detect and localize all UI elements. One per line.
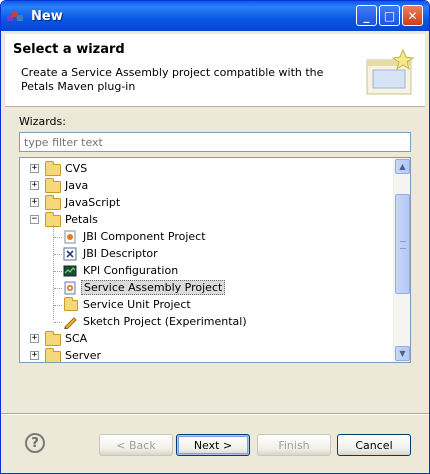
tree-item-jbi-descriptor[interactable]: JBI Descriptor xyxy=(20,245,392,262)
wizard-banner-icon xyxy=(366,48,415,95)
scroll-up-button[interactable]: ▲ xyxy=(395,159,410,174)
back-button[interactable]: < Back xyxy=(99,434,173,456)
tree-item-sketch-project[interactable]: Sketch Project (Experimental) xyxy=(20,313,392,330)
tree-item-label: Server xyxy=(65,349,102,362)
wizard-tree[interactable]: + CVS + Java + JavaScript − Petals JBI C… xyxy=(19,157,411,363)
wizard-header: Select a wizard Create a Service Assembl… xyxy=(5,34,425,107)
tree-item-label: Service Assembly Project xyxy=(81,280,226,295)
next-button[interactable]: Next > xyxy=(176,434,250,456)
new-wizard-dialog: New _ □ ✕ Select a wizard Create a Servi… xyxy=(0,0,430,474)
tree-item-java[interactable]: + Java xyxy=(20,177,392,194)
filter-input[interactable] xyxy=(19,132,411,152)
tree-item-service-assembly-project[interactable]: Service Assembly Project xyxy=(20,279,392,296)
scroll-down-button[interactable]: ▼ xyxy=(395,346,410,361)
tree-item-label: JBI Component Project xyxy=(83,230,206,243)
tree-item-server[interactable]: + Server xyxy=(20,347,392,362)
window-title: New xyxy=(31,8,63,24)
wizards-label: Wizards: xyxy=(19,115,66,128)
tree-item-label: Service Unit Project xyxy=(83,298,191,311)
help-button[interactable]: ? xyxy=(25,433,45,453)
vertical-scrollbar[interactable]: ▲ ▼ xyxy=(393,158,410,362)
tree-item-label: JBI Descriptor xyxy=(83,247,158,260)
button-bar-separator xyxy=(1,413,429,415)
tree-item-label: Sketch Project (Experimental) xyxy=(83,315,247,328)
tree-item-kpi-configuration[interactable]: KPI Configuration xyxy=(20,262,392,279)
cancel-button[interactable]: Cancel xyxy=(337,434,411,456)
tree-item-jbi-component-project[interactable]: JBI Component Project xyxy=(20,228,392,245)
tree-item-javascript[interactable]: + JavaScript xyxy=(20,194,392,211)
tree-item-sca[interactable]: + SCA xyxy=(20,330,392,347)
service-unit-icon xyxy=(64,297,78,311)
jbi-component-icon xyxy=(64,230,76,244)
kpi-icon xyxy=(63,265,77,277)
scroll-thumb[interactable] xyxy=(395,194,410,294)
title-bar[interactable]: New _ □ ✕ xyxy=(1,1,429,31)
collapse-icon[interactable]: − xyxy=(30,215,39,224)
expand-icon[interactable]: + xyxy=(30,351,39,360)
sketch-icon xyxy=(64,317,77,329)
page-title: Select a wizard xyxy=(13,42,125,57)
folder-icon xyxy=(45,348,61,362)
jbi-descriptor-icon xyxy=(63,247,77,261)
eclipse-new-icon xyxy=(7,9,25,23)
page-description: Create a Service Assembly project compat… xyxy=(21,66,324,93)
expand-icon[interactable]: + xyxy=(30,334,39,343)
close-button[interactable]: ✕ xyxy=(402,5,423,26)
tree-item-cvs[interactable]: + CVS xyxy=(20,160,392,177)
tree-item-label: SCA xyxy=(65,332,88,345)
tree-item-label: CVS xyxy=(65,162,88,175)
window-controls: _ □ ✕ xyxy=(356,5,423,26)
minimize-button[interactable]: _ xyxy=(356,5,377,26)
tree-item-label: Java xyxy=(65,179,89,192)
tree-item-label: KPI Configuration xyxy=(83,264,179,277)
expand-icon[interactable]: + xyxy=(30,164,39,173)
tree-item-service-unit-project[interactable]: Service Unit Project xyxy=(20,296,392,313)
folder-icon xyxy=(45,161,61,176)
tree-item-label: Petals xyxy=(65,213,98,226)
maximize-button[interactable]: □ xyxy=(379,5,400,26)
folder-icon xyxy=(45,195,61,210)
finish-button[interactable]: Finish xyxy=(257,434,331,456)
folder-icon xyxy=(45,331,61,346)
folder-icon xyxy=(45,178,61,193)
tree-item-label: JavaScript xyxy=(65,196,121,209)
expand-icon[interactable]: + xyxy=(30,181,39,190)
tree-item-petals[interactable]: − Petals xyxy=(20,211,392,228)
service-assembly-icon xyxy=(64,281,76,295)
expand-icon[interactable]: + xyxy=(30,198,39,207)
